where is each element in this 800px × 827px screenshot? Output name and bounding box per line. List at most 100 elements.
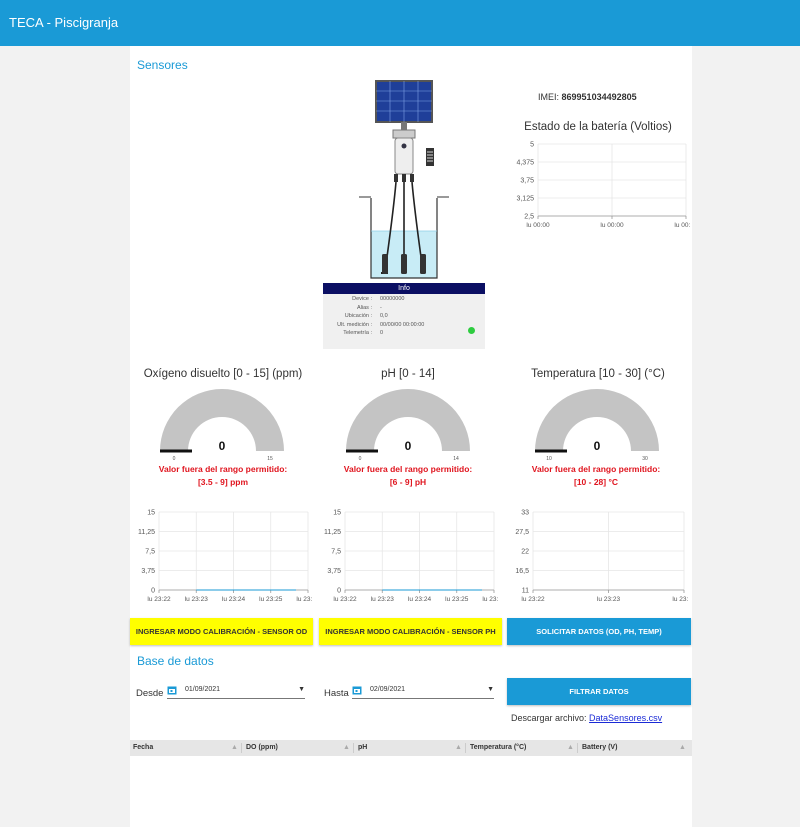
info-key: Alias : <box>357 304 372 311</box>
gauge-max-label: 30 <box>642 456 648 462</box>
info-key: Device : <box>352 296 372 302</box>
sort-icon[interactable]: ▲ <box>679 740 686 756</box>
battery-chart: 54,3753,753,1252,5lu 00:00lu 00:00lu 00:… <box>516 142 690 230</box>
from-date-field[interactable]: 01/09/2021 ▼ <box>167 684 305 699</box>
y-tick-label: 16,5 <box>515 568 529 575</box>
info-key: Ubicación : <box>344 313 372 319</box>
gauge-min-label: 0 <box>359 456 362 462</box>
download-link[interactable]: DataSensores.csv <box>589 713 662 723</box>
column-divider <box>465 743 466 753</box>
app-bar: TECA - Piscigranja <box>0 0 800 46</box>
trend-chart-oxygen: 15 11,25 7,5 3,75 0lu 23:22 lu 23:23 lu 23:24 l… <box>138 510 312 604</box>
warning-text: Valor fuera del rango permitido: <box>343 464 473 474</box>
x-tick-label: lu 23:24 <box>408 596 432 603</box>
to-date-value: 02/09/2021 <box>370 686 406 693</box>
filter-data-button[interactable]: FILTRAR DATOS <box>507 678 691 705</box>
sensors-section-title: Sensores <box>137 58 188 72</box>
column-divider <box>241 743 242 753</box>
calendar-icon <box>352 686 362 695</box>
info-panel-header: Info <box>323 283 485 294</box>
to-date-field[interactable]: 02/09/2021 ▼ <box>352 684 494 699</box>
x-tick-label: lu 23:23 <box>597 596 621 603</box>
from-date-value: 01/09/2021 <box>185 686 221 693</box>
trend-chart-ph: 15 11,25 7,5 3,75 0lu 23:22 lu 23:23 lu 23:24 l… <box>324 510 498 604</box>
info-value: 0,0 <box>380 313 388 319</box>
imei-value: 869951034492805 <box>561 92 637 102</box>
warning-range: [3.5 - 9] ppm <box>197 477 249 487</box>
x-tick-label: lu 23:25 <box>445 596 469 603</box>
database-section-title: Base de datos <box>137 654 214 668</box>
column-header-ph[interactable]: pH <box>358 740 367 756</box>
gauge-title-ph: pH [0 - 14] <box>381 368 435 380</box>
y-tick-label: 2,5 <box>524 214 534 221</box>
calendar-icon <box>167 686 177 695</box>
gauge-title-oxygen: Oxígeno disuelto [0 - 15] (ppm) <box>143 368 303 380</box>
column-header-temperature[interactable]: Temperatura (°C) <box>470 740 526 756</box>
info-row-telemetry: Telemetría : 0 <box>323 330 485 339</box>
y-tick-label: 3,75 <box>327 568 341 575</box>
info-key: Telemetría : <box>343 330 372 336</box>
warning-range: [6 - 9] pH <box>389 477 427 487</box>
chevron-down-icon: ▼ <box>487 686 494 693</box>
y-tick-label: 11,25 <box>138 529 155 536</box>
warning-text: Valor fuera del rango permitido: <box>158 464 288 474</box>
sensor-hub-icon <box>392 129 416 182</box>
y-tick-label: 0 <box>337 588 341 595</box>
download-label: Descargar archivo: <box>511 713 587 723</box>
app-title: TECA - Piscigranja <box>9 15 119 30</box>
x-tick-label: lu 23:26 <box>296 596 312 603</box>
x-tick-label: lu 23:22 <box>521 596 545 603</box>
to-label: Hasta <box>324 688 349 699</box>
info-panel: Info Device : 00000000 Alias : - Ubicación… <box>323 283 485 349</box>
info-row-device: Device : 00000000 <box>323 296 485 305</box>
column-header-date[interactable]: Fecha <box>133 740 153 756</box>
sort-icon[interactable]: ▲ <box>343 740 350 756</box>
request-data-button[interactable]: SOLICITAR DATOS (OD, PH, TEMP) <box>507 618 691 645</box>
y-tick-label: 27,5 <box>515 529 529 536</box>
solar-panel-icon <box>375 80 433 130</box>
battery-icon <box>426 148 434 166</box>
gauge-temperature: 0 10 30 <box>535 389 659 462</box>
y-tick-label: 5 <box>530 142 534 149</box>
calibration-od-button[interactable]: INGRESAR MODO CALIBRACIÓN - SENSOR OD <box>130 618 313 645</box>
x-tick-label: lu 23:22 <box>333 596 357 603</box>
info-key: Ult. medición : <box>337 321 372 328</box>
x-tick-label: lu 23:25 <box>672 596 688 603</box>
warning-range: [10 - 28] °C <box>573 477 619 487</box>
calibration-ph-button[interactable]: INGRESAR MODO CALIBRACIÓN - SENSOR PH <box>319 618 502 645</box>
data-table-header: Fecha ▲ DO (ppm) ▲ pH ▲ Temperatura (°C)… <box>130 740 692 756</box>
gauge-min-label: 10 <box>546 456 552 462</box>
y-tick-label: 3,125 <box>516 196 534 203</box>
column-header-battery[interactable]: Battery (V) <box>582 740 617 756</box>
info-value: - <box>380 304 382 311</box>
y-tick-label: 15 <box>333 510 341 517</box>
info-row-location: Ubicación : 0,0 <box>323 313 485 322</box>
sort-icon[interactable]: ▲ <box>455 740 462 756</box>
download-row: Descargar archivo: DataSensores.csv <box>511 713 662 723</box>
gauge-value-bar <box>160 449 192 453</box>
info-row-alias: Alias : - <box>323 305 485 314</box>
device-illustration <box>359 80 449 279</box>
x-tick-label: lu 00:00 <box>600 222 624 229</box>
x-tick-label: lu 23:24 <box>222 596 246 603</box>
gauge-title-temperature: Temperatura [10 - 30] (°C) <box>531 368 665 380</box>
gauge-value: 0 <box>219 439 226 453</box>
y-tick-label: 7,5 <box>145 549 155 556</box>
gauge-ph: 0 0 14 <box>346 389 470 462</box>
gauge-value: 0 <box>405 439 412 453</box>
y-tick-label: 3,75 <box>141 568 155 575</box>
gauge-max-label: 14 <box>453 456 459 462</box>
trend-chart-temperature: 33 27,5 22 16,5 11lu 23:22 lu 23:23 lu 23:25 <box>515 510 688 604</box>
y-tick-label: 15 <box>147 510 155 517</box>
info-value: 00000000 <box>380 296 405 302</box>
x-tick-label: lu 23:23 <box>185 596 209 603</box>
x-tick-label: lu 23:25 <box>259 596 283 603</box>
column-header-do[interactable]: DO (ppm) <box>246 740 278 756</box>
y-tick-label: 11 <box>522 588 529 595</box>
gauge-min-label: 0 <box>173 456 176 462</box>
column-divider <box>577 743 578 753</box>
y-tick-label: 7,5 <box>331 549 341 556</box>
sort-icon[interactable]: ▲ <box>231 740 238 756</box>
sort-icon[interactable]: ▲ <box>567 740 574 756</box>
x-tick-label: lu 00:00 <box>674 222 690 229</box>
